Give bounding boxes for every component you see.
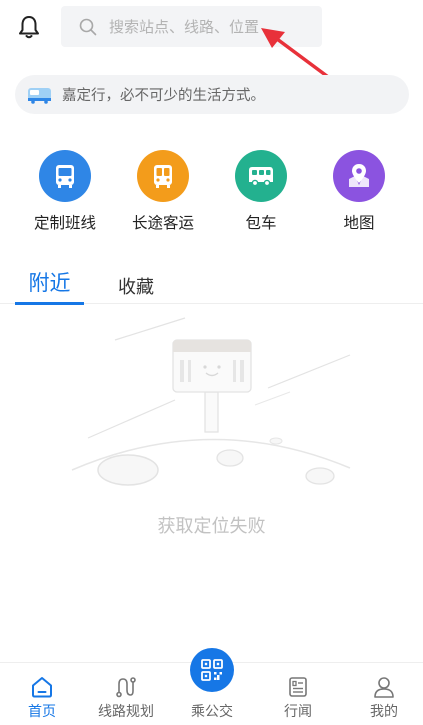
map-pin-icon [333,150,385,202]
coach-icon [137,150,189,202]
tab-bar: 附近 收藏 [0,266,423,305]
nav-label: 乘公交 [191,704,233,720]
tab-favorites[interactable]: 收藏 [118,266,158,304]
service-label: 长途客运 [131,214,194,232]
slogan-banner: 嘉定行，必不可少的生活方式。 [15,75,409,114]
nav-label: 线路规划 [98,704,154,720]
tab-nearby[interactable]: 附近 [15,266,84,305]
user-icon [374,677,394,698]
tab-nearby-label: 附近 [28,271,71,295]
service-custom-route[interactable]: 定制班线 [20,150,110,233]
nav-home[interactable]: 首页 [0,663,84,725]
tab-favorites-label: 收藏 [118,277,154,298]
service-charter[interactable]: 包车 [216,150,306,233]
top-bar [0,0,423,56]
service-long-distance[interactable]: 长途客运 [118,150,208,233]
news-icon [289,677,307,697]
nav-news[interactable]: 行闻 [256,663,340,725]
charter-van-icon [235,150,287,202]
nav-route-planning[interactable]: 线路规划 [84,663,168,725]
bus-icon [39,150,91,202]
take-bus-qr-button[interactable] [190,648,234,692]
empty-state-illustration [71,317,351,486]
services-grid: 定制班线 长途客运 包车 地图 [0,150,423,240]
route-icon [116,677,136,698]
search-input[interactable] [109,17,309,36]
slogan-text: 嘉定行，必不可少的生活方式。 [62,88,265,104]
service-label: 地图 [343,214,375,232]
nav-mine[interactable]: 我的 [342,663,423,725]
search-icon [79,18,97,35]
bell-icon[interactable] [16,14,42,40]
service-map[interactable]: 地图 [314,150,404,233]
home-icon [32,677,52,698]
nav-label: 首页 [28,704,56,720]
search-bar[interactable] [61,6,322,47]
qr-code-icon [201,659,223,681]
nav-label: 我的 [370,704,398,720]
empty-state-message: 获取定位失败 [157,516,266,537]
nav-label: 行闻 [284,704,312,720]
bus-badge-icon [28,87,51,104]
service-label: 包车 [245,214,277,232]
service-label: 定制班线 [33,214,96,232]
tab-active-indicator [15,302,84,305]
